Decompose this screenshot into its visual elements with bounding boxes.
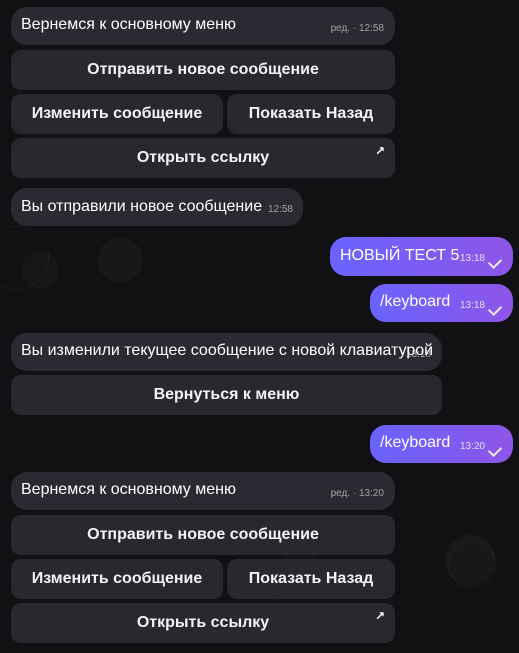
message-text: /keyboard [380,293,451,310]
button-label: Открыть ссылку [136,149,270,166]
open-link-button[interactable]: Открыть ссылку ↗ [11,138,395,178]
external-link-icon: ↗ [374,144,385,158]
return-to-menu-button[interactable]: Вернуться к меню [11,375,442,415]
message-text: Вернемся к основному меню [21,16,236,33]
check-icon [487,442,503,458]
message-text: Вы изменили текущее сообщение с новой кл… [21,342,434,359]
check-icon [487,301,503,317]
message-bubble[interactable]: /keyboard 13:20 [370,425,513,463]
message-bubble[interactable]: НОВЫЙ ТЕСТ 5 13:18 [330,237,513,276]
button-label: Вернуться к меню [153,386,300,403]
send-new-message-button[interactable]: Отправить новое сообщение [11,515,395,555]
button-label: Изменить сообщение [31,105,203,122]
button-label: Отправить новое сообщение [87,61,319,78]
button-label: Открыть ссылку [136,614,270,631]
message-text: /keyboard [380,434,451,451]
button-label: Показать Назад [248,105,374,122]
message-bubble[interactable]: Вернемся к основному меню ред. · 13:20 [11,472,395,510]
message-bubble[interactable]: Вы изменили текущее сообщение с новой кл… [11,333,442,371]
message-bubble[interactable]: /keyboard 13:18 [370,284,513,322]
message-meta: ред. · 13:20 [330,488,384,499]
message-meta: 12:58 [267,204,293,215]
open-link-button[interactable]: Открыть ссылку ↗ [11,603,395,643]
show-back-button[interactable]: Показать Назад [227,94,395,134]
edit-message-button[interactable]: Изменить сообщение [11,94,223,134]
message-text: НОВЫЙ ТЕСТ 5 [340,247,460,264]
external-link-icon: ↗ [374,609,385,623]
button-label: Изменить сообщение [31,570,203,587]
message-meta: 13:18 [459,300,485,311]
message-meta: 13:18 [405,349,431,360]
show-back-button[interactable]: Показать Назад [227,559,395,599]
button-label: Отправить новое сообщение [87,526,319,543]
message-meta: 13:20 [459,441,485,452]
message-meta: 13:18 [459,253,485,264]
background-doodle [448,540,496,588]
message-text: Вернемся к основному меню [21,481,236,498]
message-bubble[interactable]: Вы отправили новое сообщение 12:58 [11,188,303,226]
message-text: Вы отправили новое сообщение [21,198,263,215]
edit-message-button[interactable]: Изменить сообщение [11,559,223,599]
check-icon [487,254,503,270]
button-label: Показать Назад [248,570,374,587]
message-meta: ред. · 12:58 [330,23,384,34]
send-new-message-button[interactable]: Отправить новое сообщение [11,50,395,90]
message-bubble[interactable]: Вернемся к основному меню ред. · 12:58 [11,7,395,45]
